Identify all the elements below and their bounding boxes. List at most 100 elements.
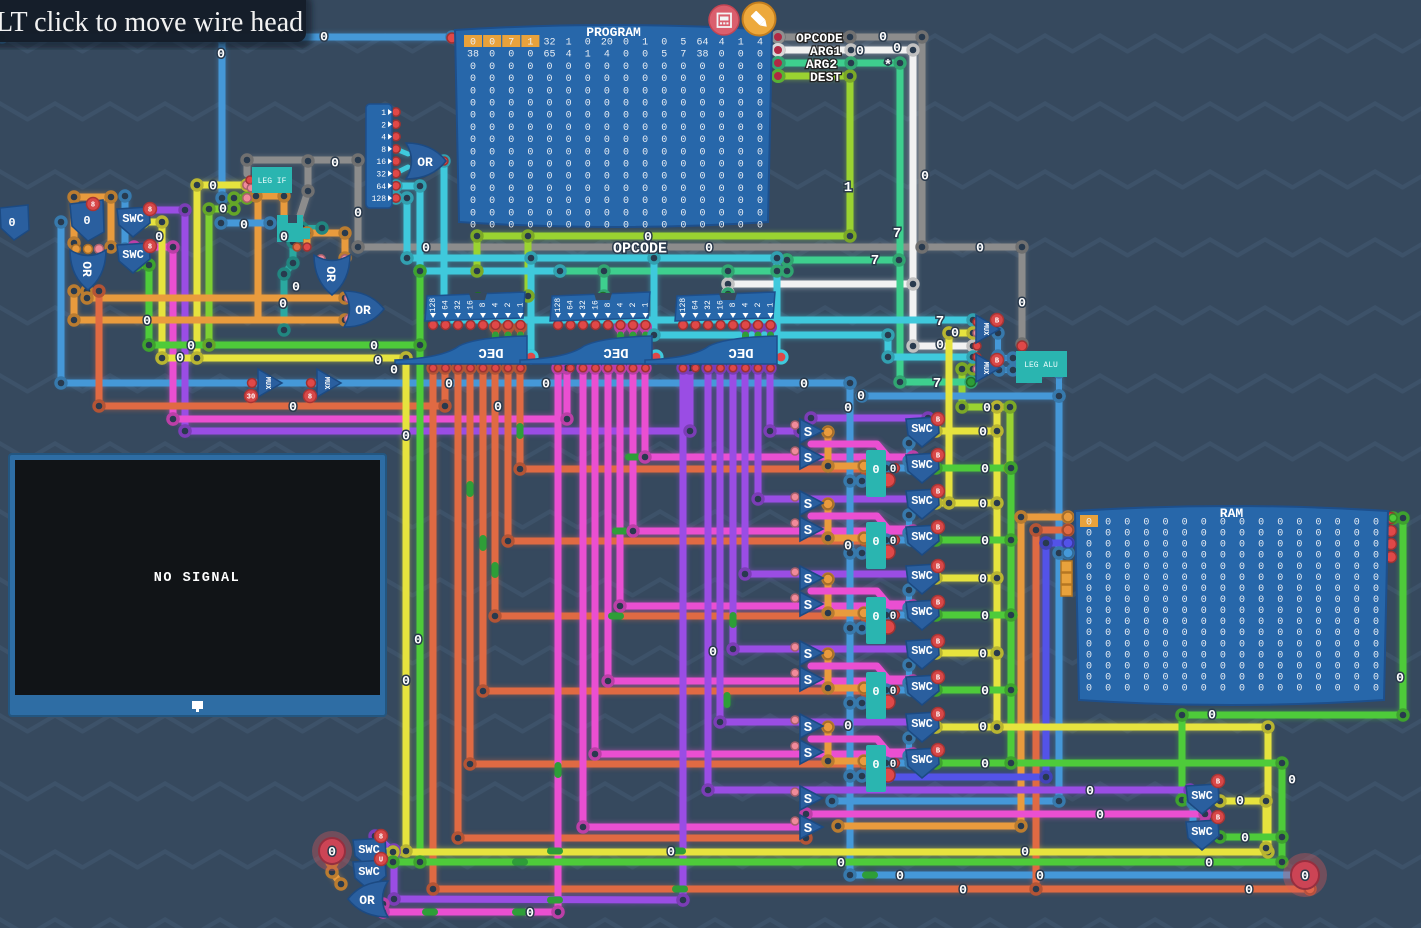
svg-text:0: 0 [1201,606,1207,617]
svg-text:0: 0 [390,363,398,378]
svg-text:0: 0 [527,99,533,110]
svg-text:0: 0 [508,160,514,171]
svg-text:0: 0 [1086,573,1092,584]
svg-text:0: 0 [680,74,686,85]
svg-text:0: 0 [705,241,713,256]
svg-text:0: 0 [1354,650,1360,661]
svg-text:0: 0 [1220,518,1226,529]
svg-text:0: 0 [1354,529,1360,540]
svg-text:0: 0 [661,123,667,134]
svg-text:0: 0 [604,135,610,146]
svg-text:0: 0 [1373,672,1379,683]
svg-text:0: 0 [661,172,667,183]
svg-text:0: 0 [489,99,495,110]
svg-text:0: 0 [757,196,763,207]
svg-text:0: 0 [1018,296,1026,311]
svg-text:0: 0 [1143,529,1149,540]
svg-text:0: 0 [623,123,629,134]
svg-text:0: 0 [1182,617,1188,628]
svg-text:0: 0 [1124,584,1130,595]
svg-text:0: 0 [604,74,610,85]
svg-text:8: 8 [91,202,95,210]
svg-text:SWC: SWC [911,753,933,767]
svg-text:0: 0 [1245,883,1253,898]
svg-text:0: 0 [981,462,989,477]
svg-text:0: 0 [738,184,744,195]
svg-text:0: 0 [1182,540,1188,551]
svg-text:0: 0 [155,230,163,245]
svg-text:0: 0 [1182,595,1188,606]
svg-text:0: 0 [983,401,991,416]
svg-text:0: 0 [470,160,476,171]
svg-text:0: 0 [1201,650,1207,661]
svg-text:5: 5 [680,38,686,49]
svg-text:0: 0 [1143,661,1149,672]
svg-text:0: 0 [470,86,476,97]
svg-text:0: 0 [1258,672,1264,683]
svg-text:0: 0 [1182,650,1188,661]
svg-text:0: 0 [661,160,667,171]
svg-text:0: 0 [1277,551,1283,562]
svg-text:0: 0 [642,99,648,110]
svg-text:0: 0 [1163,684,1169,695]
svg-text:0: 0 [1258,684,1264,695]
svg-text:0: 0 [1277,518,1283,529]
svg-text:0: 0 [1105,628,1111,639]
svg-text:0: 0 [1105,551,1111,562]
svg-text:0: 0 [1277,628,1283,639]
svg-text:0: 0 [585,208,591,219]
svg-text:0: 0 [508,123,514,134]
svg-text:0: 0 [1105,529,1111,540]
svg-text:0: 0 [279,297,287,312]
svg-text:32: 32 [454,300,463,310]
svg-text:0: 0 [470,111,476,122]
svg-text:0: 0 [1124,551,1130,562]
svg-text:0: 0 [1086,551,1092,562]
svg-text:0: 0 [1086,518,1092,529]
svg-text:0: 0 [527,196,533,207]
svg-text:0: 0 [661,99,667,110]
svg-text:0: 0 [292,280,300,295]
svg-text:0: 0 [1258,628,1264,639]
svg-text:0: 0 [1239,562,1245,573]
svg-text:0: 0 [547,62,553,73]
svg-text:0: 0 [547,147,553,158]
svg-text:0: 0 [623,62,629,73]
svg-text:0: 0 [1086,684,1092,695]
svg-text:5: 5 [661,50,667,61]
svg-text:0: 0 [1396,671,1404,686]
svg-text:8: 8 [729,302,738,307]
svg-text:0: 0 [470,184,476,195]
svg-text:0: 0 [585,184,591,195]
svg-text:20: 20 [601,38,613,49]
svg-text:0: 0 [1182,518,1188,529]
svg-text:0: 0 [604,208,610,219]
svg-text:0: 0 [1182,573,1188,584]
svg-text:2: 2 [504,302,513,307]
svg-text:0: 0 [1239,661,1245,672]
svg-text:0: 0 [1373,595,1379,606]
svg-text:4: 4 [604,50,610,61]
svg-text:0: 0 [719,208,725,219]
svg-text:0: 0 [470,62,476,73]
svg-text:0: 0 [402,674,410,689]
svg-text:0: 0 [1086,672,1092,683]
svg-text:0: 0 [585,172,591,183]
svg-text:0: 0 [979,647,987,662]
svg-text:0: 0 [1124,529,1130,540]
svg-text:S: S [804,821,812,837]
svg-text:0: 0 [187,339,195,354]
svg-text:0: 0 [1201,639,1207,650]
svg-text:65: 65 [544,50,556,61]
svg-text:0: 0 [738,99,744,110]
svg-text:0: 0 [1258,661,1264,672]
svg-text:0: 0 [1105,584,1111,595]
svg-text:0: 0 [1182,551,1188,562]
svg-text:0: 0 [896,869,904,884]
svg-text:0: 0 [542,377,550,392]
svg-text:0: 0 [1220,606,1226,617]
svg-text:0: 0 [470,208,476,219]
svg-text:0: 0 [1086,540,1092,551]
svg-text:0: 0 [1277,529,1283,540]
svg-text:0: 0 [1296,595,1302,606]
